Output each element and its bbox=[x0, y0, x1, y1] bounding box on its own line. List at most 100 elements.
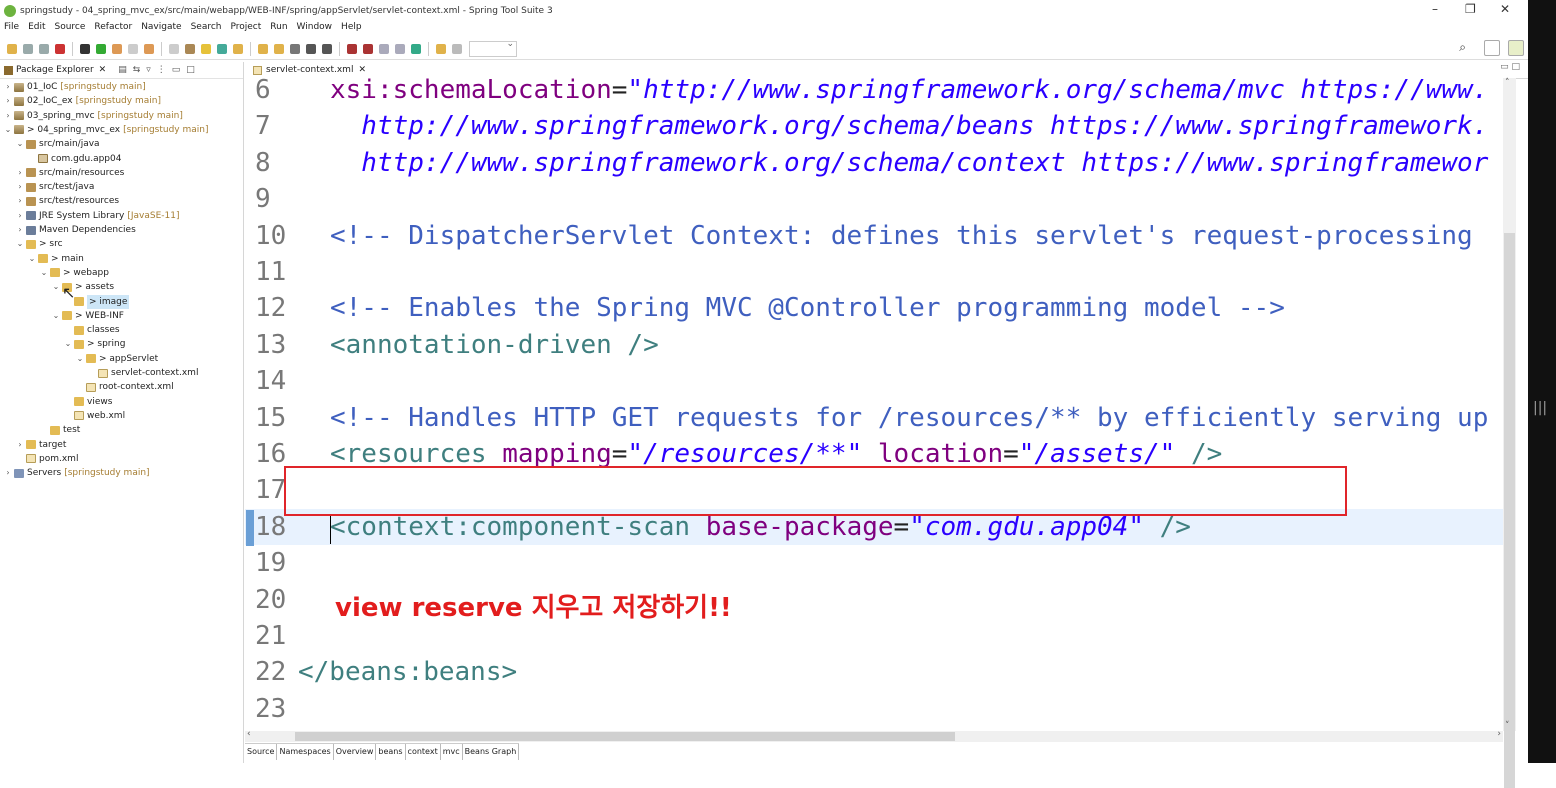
chevron-right-icon[interactable]: › bbox=[4, 466, 12, 480]
tree-item[interactable]: views bbox=[64, 395, 112, 409]
tree-item[interactable]: ⌄ > src bbox=[16, 237, 63, 251]
toolbar-button-icon[interactable] bbox=[55, 43, 65, 54]
search-icon[interactable]: ⌕ bbox=[1459, 40, 1466, 55]
tree-item[interactable]: › 01_IoC [springstudy main] bbox=[4, 80, 145, 94]
toolbar-button-icon[interactable] bbox=[436, 43, 446, 54]
toolbar-button-icon[interactable] bbox=[185, 43, 195, 54]
tree-item[interactable]: › src/test/java bbox=[16, 180, 94, 194]
chevron-right-icon[interactable]: › bbox=[4, 109, 12, 123]
tree-item[interactable]: › 03_spring_mvc [springstudy main] bbox=[4, 109, 182, 123]
code-line[interactable]: 13 <annotation-driven /> bbox=[245, 327, 1503, 363]
tree-item[interactable]: › Maven Dependencies bbox=[16, 223, 135, 237]
chevron-right-icon[interactable]: › bbox=[4, 94, 12, 108]
chevron-right-icon[interactable]: › bbox=[16, 180, 24, 194]
menu-run[interactable]: Run bbox=[270, 22, 287, 36]
tree-item[interactable]: › Servers [springstudy main] bbox=[4, 466, 149, 480]
scroll-right-icon[interactable]: › bbox=[1497, 729, 1501, 739]
chevron-right-icon[interactable]: › bbox=[16, 166, 24, 180]
chevron-right-icon[interactable]: › bbox=[16, 438, 24, 452]
tree-item[interactable]: web.xml bbox=[64, 409, 125, 423]
chevron-down-icon[interactable]: ⌄ bbox=[4, 123, 12, 137]
tree-item[interactable]: ⌄ > main bbox=[28, 252, 84, 266]
toolbar-button-icon[interactable] bbox=[96, 43, 106, 54]
xml-editor[interactable]: 6 xsi:schemaLocation="http://www.springfr… bbox=[245, 78, 1503, 731]
horizontal-scroll-thumb[interactable] bbox=[295, 732, 955, 741]
tree-item[interactable]: ⌄ > 04_spring_mvc_ex [springstudy main] bbox=[4, 123, 209, 137]
toolbar-button-icon[interactable] bbox=[80, 43, 90, 54]
perspective-icon[interactable] bbox=[1484, 40, 1500, 56]
toolbar-button-icon[interactable] bbox=[379, 43, 389, 54]
chevron-down-icon[interactable]: ⌄ bbox=[28, 252, 36, 266]
code-line[interactable]: 10 <!-- DispatcherServlet Context: define… bbox=[245, 218, 1503, 254]
tree-item[interactable]: root-context.xml bbox=[76, 380, 174, 394]
menu-refactor[interactable]: Refactor bbox=[94, 22, 132, 36]
spring-perspective-icon[interactable] bbox=[1508, 40, 1524, 56]
menu-help[interactable]: Help bbox=[341, 22, 362, 36]
code-line[interactable]: 23 bbox=[245, 691, 1503, 727]
chevron-right-icon[interactable]: › bbox=[4, 80, 12, 94]
code-line[interactable]: 15 <!-- Handles HTTP GET requests for /re… bbox=[245, 400, 1503, 436]
scroll-left-icon[interactable]: ‹ bbox=[247, 729, 251, 739]
menu-search[interactable]: Search bbox=[191, 22, 222, 36]
toolbar-button-icon[interactable] bbox=[347, 43, 357, 54]
code-line[interactable]: 22 </beans:beans> bbox=[245, 654, 1503, 690]
chevron-right-icon[interactable]: › bbox=[16, 223, 24, 237]
scroll-up-icon[interactable]: ˄ bbox=[1505, 78, 1510, 88]
horizontal-scrollbar[interactable]: ‹ › bbox=[245, 729, 1503, 742]
menu-project[interactable]: Project bbox=[230, 22, 261, 36]
toolbar-button-icon[interactable] bbox=[39, 43, 49, 54]
toolbar-button-icon[interactable] bbox=[306, 43, 316, 54]
code-line[interactable]: 12 <!-- Enables the Spring MVC @Controlle… bbox=[245, 290, 1503, 326]
collapse-all-icon[interactable]: ▤ bbox=[118, 65, 127, 75]
menu-source[interactable]: Source bbox=[55, 22, 86, 36]
code-line[interactable]: 9 bbox=[245, 181, 1503, 217]
tree-item[interactable]: ⌄ src/main/java bbox=[16, 137, 100, 151]
toolbar-button-icon[interactable] bbox=[144, 43, 154, 54]
tree-item[interactable]: › 02_IoC_ex [springstudy main] bbox=[4, 94, 161, 108]
toolbar-button-icon[interactable] bbox=[23, 43, 33, 54]
code-line[interactable]: 7 http://www.springframework.org/schema/… bbox=[245, 108, 1503, 144]
tree-item[interactable]: › src/main/resources bbox=[16, 166, 124, 180]
toolbar-button-icon[interactable] bbox=[112, 43, 122, 54]
vertical-scroll-thumb[interactable] bbox=[1504, 233, 1515, 788]
tree-item[interactable]: › JRE System Library [JavaSE-11] bbox=[16, 209, 179, 223]
tab-namespaces[interactable]: Namespaces bbox=[277, 744, 334, 760]
chevron-right-icon[interactable]: › bbox=[16, 194, 24, 208]
menu-file[interactable]: File bbox=[4, 22, 19, 36]
view-menu-icon[interactable]: ⋮ bbox=[157, 65, 166, 75]
tree-item[interactable]: com.gdu.app04 bbox=[28, 152, 121, 166]
toolbar-button-icon[interactable] bbox=[258, 43, 268, 54]
tree-item[interactable]: classes bbox=[64, 323, 120, 337]
link-editor-icon[interactable]: ⇆ bbox=[133, 65, 141, 75]
code-line[interactable]: 11 bbox=[245, 254, 1503, 290]
tree-item[interactable]: ⌄ > appServlet bbox=[76, 352, 159, 366]
tree-item[interactable]: test bbox=[40, 423, 80, 437]
toolbar-button-icon[interactable] bbox=[452, 43, 462, 54]
code-line[interactable]: 14 bbox=[245, 363, 1503, 399]
maximize-button[interactable]: ❐ bbox=[1465, 2, 1476, 16]
menu-edit[interactable]: Edit bbox=[28, 22, 45, 36]
chevron-down-icon[interactable]: ⌄ bbox=[16, 237, 24, 251]
toolbar-button-icon[interactable] bbox=[411, 43, 421, 54]
scroll-down-icon[interactable]: ˅ bbox=[1505, 721, 1510, 731]
code-line[interactable]: 6 xsi:schemaLocation="http://www.springfr… bbox=[245, 78, 1503, 108]
chevron-down-icon[interactable]: ⌄ bbox=[52, 309, 60, 323]
tab-servlet-context-xml[interactable]: servlet-context.xml ✕ bbox=[249, 65, 370, 75]
toolbar-combo[interactable] bbox=[469, 39, 517, 57]
filter-icon[interactable]: ▿ bbox=[146, 65, 151, 75]
tab-overview[interactable]: Overview bbox=[334, 744, 377, 760]
maximize-view-icon[interactable]: □ bbox=[186, 65, 195, 75]
tab-context[interactable]: context bbox=[406, 744, 441, 760]
minimize-button[interactable]: – bbox=[1432, 2, 1438, 16]
tab-package-explorer[interactable]: Package Explorer ✕ bbox=[4, 65, 106, 75]
tab-mvc[interactable]: mvc bbox=[441, 744, 463, 760]
tree-item[interactable]: pom.xml bbox=[16, 452, 78, 466]
toolbar-button-icon[interactable] bbox=[322, 43, 332, 54]
close-tab-icon[interactable]: ✕ bbox=[358, 65, 366, 75]
toolbar-button-icon[interactable] bbox=[128, 43, 138, 54]
toolbar-button-icon[interactable] bbox=[201, 43, 211, 54]
toolbar-button-icon[interactable] bbox=[290, 43, 300, 54]
vertical-scrollbar[interactable]: ˄ ˅ bbox=[1503, 78, 1516, 788]
chevron-down-icon[interactable]: ⌄ bbox=[64, 337, 72, 351]
toolbar-button-icon[interactable] bbox=[363, 43, 373, 54]
